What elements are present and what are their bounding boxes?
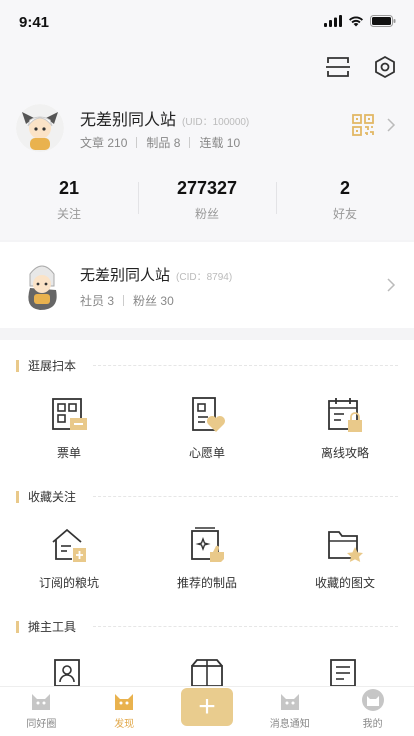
settings-hexagon-icon [375, 55, 395, 79]
section-title-collections: 收藏关注 [16, 488, 76, 505]
section-divider [93, 626, 398, 627]
subscribed-label: 订阅的粮坑 [38, 576, 99, 590]
fans-number: 277327 [176, 178, 238, 198]
cat-community-icon [32, 694, 51, 710]
vendor-card-icon [54, 659, 80, 686]
tab-me-label: 我的 [362, 719, 383, 730]
bottom-tab-bar: 同好圈 发现 + 消息通知 我的 [0, 686, 414, 736]
vendor-tool-list-item[interactable] [276, 658, 414, 686]
ticket-icon [52, 398, 87, 430]
main-menu: 逛展扫本 票单 心愿单 离线攻略 收藏关注 订阅的粮坑 推荐的制品 收藏的图文 [0, 340, 414, 686]
members-label: 社员 [80, 294, 105, 308]
wifi-icon [349, 16, 363, 27]
circle-name: 无差别同人站 (CID：8794) [80, 264, 232, 285]
avatar-character-icon [16, 104, 64, 152]
tab-community-label: 同好圈 [26, 719, 57, 730]
wishlist-heart-icon [192, 397, 225, 432]
favorites-item[interactable]: 收藏的图文 [276, 526, 414, 591]
products-label: 制品 [146, 136, 171, 150]
wishlist-item[interactable]: 心愿单 [138, 396, 276, 461]
tickets-item[interactable]: 票单 [0, 396, 138, 461]
circle-cid: (CID：8794) [176, 272, 233, 283]
friends-number: 2 [339, 178, 350, 198]
profile-header[interactable]: 无差别同人站 (UID：100000) 文章 210 制品 8 连载 10 21 … [0, 94, 414, 240]
tab-community[interactable]: 同好圈 [0, 687, 83, 736]
recommended-label: 推荐的制品 [176, 576, 237, 590]
circle-fans-count: 30 [160, 293, 174, 308]
favorites-label: 收藏的图文 [314, 576, 375, 590]
tickets-label: 票单 [56, 446, 81, 460]
cat-notification-icon [280, 694, 299, 710]
box-icon [191, 659, 223, 686]
tab-discover[interactable]: 发现 [83, 687, 166, 736]
section-divider [93, 496, 398, 497]
section-grid-collections: 订阅的粮坑 推荐的制品 收藏的图文 [0, 526, 414, 591]
section-title-expo: 逛展扫本 [16, 357, 76, 374]
articles-label: 文章 [80, 136, 105, 150]
section-grid-vendor-tools [0, 658, 414, 686]
articles-count: 210 [107, 135, 128, 150]
friends-label: 好友 [332, 207, 357, 221]
fans-label: 粉丝 [194, 207, 219, 221]
section-title-vendor-tools: 摊主工具 [16, 618, 76, 635]
scan-button[interactable] [323, 52, 353, 82]
top-action-bar [0, 44, 414, 94]
profile-circle-icon [361, 689, 384, 711]
profile-counts: 21 关注 277327 粉丝 2 好友 [0, 176, 414, 224]
circle-name-text: 无差别同人站 [80, 267, 171, 284]
tab-notifications-label: 消息通知 [269, 719, 310, 730]
profile-name: 无差别同人站 (UID：100000) [80, 106, 249, 130]
signal-icon [324, 15, 342, 27]
document-list-icon [330, 659, 356, 686]
recommend-thumbs-icon [191, 527, 224, 562]
fans-count[interactable]: 277327 粉丝 [138, 176, 276, 224]
system-indicators [324, 15, 396, 27]
tab-discover-label: 发现 [114, 719, 135, 730]
qr-code-icon [352, 114, 374, 136]
section-grid-expo: 票单 心愿单 离线攻略 [0, 396, 414, 461]
profile-uid: (UID：100000) [182, 117, 250, 128]
section-divider [93, 365, 398, 366]
profile-stats: 文章 210 制品 8 连载 10 [80, 134, 240, 151]
friends-count[interactable]: 2 好友 [276, 176, 414, 224]
circle-character-icon [28, 265, 57, 310]
subscribed-item[interactable]: 订阅的粮坑 [0, 526, 138, 591]
wishlist-label: 心愿单 [188, 446, 225, 460]
chevron-right-icon [387, 278, 396, 297]
products-count: 8 [173, 135, 181, 150]
circle-fans-label: 粉丝 [133, 294, 158, 308]
circle-card[interactable]: 无差别同人站 (CID：8794) 社员 3 粉丝 30 [0, 242, 414, 328]
following-number: 21 [58, 178, 80, 198]
vendor-tool-profile-item[interactable] [0, 658, 138, 686]
offline-guide-item[interactable]: 离线攻略 [276, 396, 414, 461]
profile-name-text: 无差别同人站 [80, 112, 177, 129]
serials-label: 连载 [199, 136, 224, 150]
circle-stats: 社员 3 粉丝 30 [80, 292, 174, 309]
qr-code-button[interactable] [352, 114, 374, 141]
recommended-item[interactable]: 推荐的制品 [138, 526, 276, 591]
tab-create[interactable]: + [166, 687, 249, 736]
status-time: 9:41 [19, 14, 50, 31]
tab-notifications[interactable]: 消息通知 [248, 687, 331, 736]
chevron-right-icon [387, 118, 396, 137]
calendar-bag-icon [328, 398, 362, 432]
following-count[interactable]: 21 关注 [0, 176, 138, 224]
offline-guide-label: 离线攻略 [320, 446, 369, 460]
vendor-tool-stall-item[interactable] [138, 658, 276, 686]
status-bar: 9:41 [0, 0, 414, 44]
battery-icon [370, 15, 396, 27]
members-count: 3 [107, 293, 115, 308]
house-icon [52, 528, 86, 562]
scan-icon [326, 57, 350, 77]
following-label: 关注 [56, 207, 81, 221]
plus-icon: + [180, 688, 233, 726]
serials-count: 10 [226, 135, 241, 150]
settings-button[interactable] [370, 52, 400, 82]
cat-discover-icon [115, 694, 134, 710]
circle-avatar [18, 258, 66, 312]
avatar[interactable] [16, 104, 64, 152]
folder-star-icon [328, 531, 363, 562]
tab-me[interactable]: 我的 [331, 687, 414, 736]
